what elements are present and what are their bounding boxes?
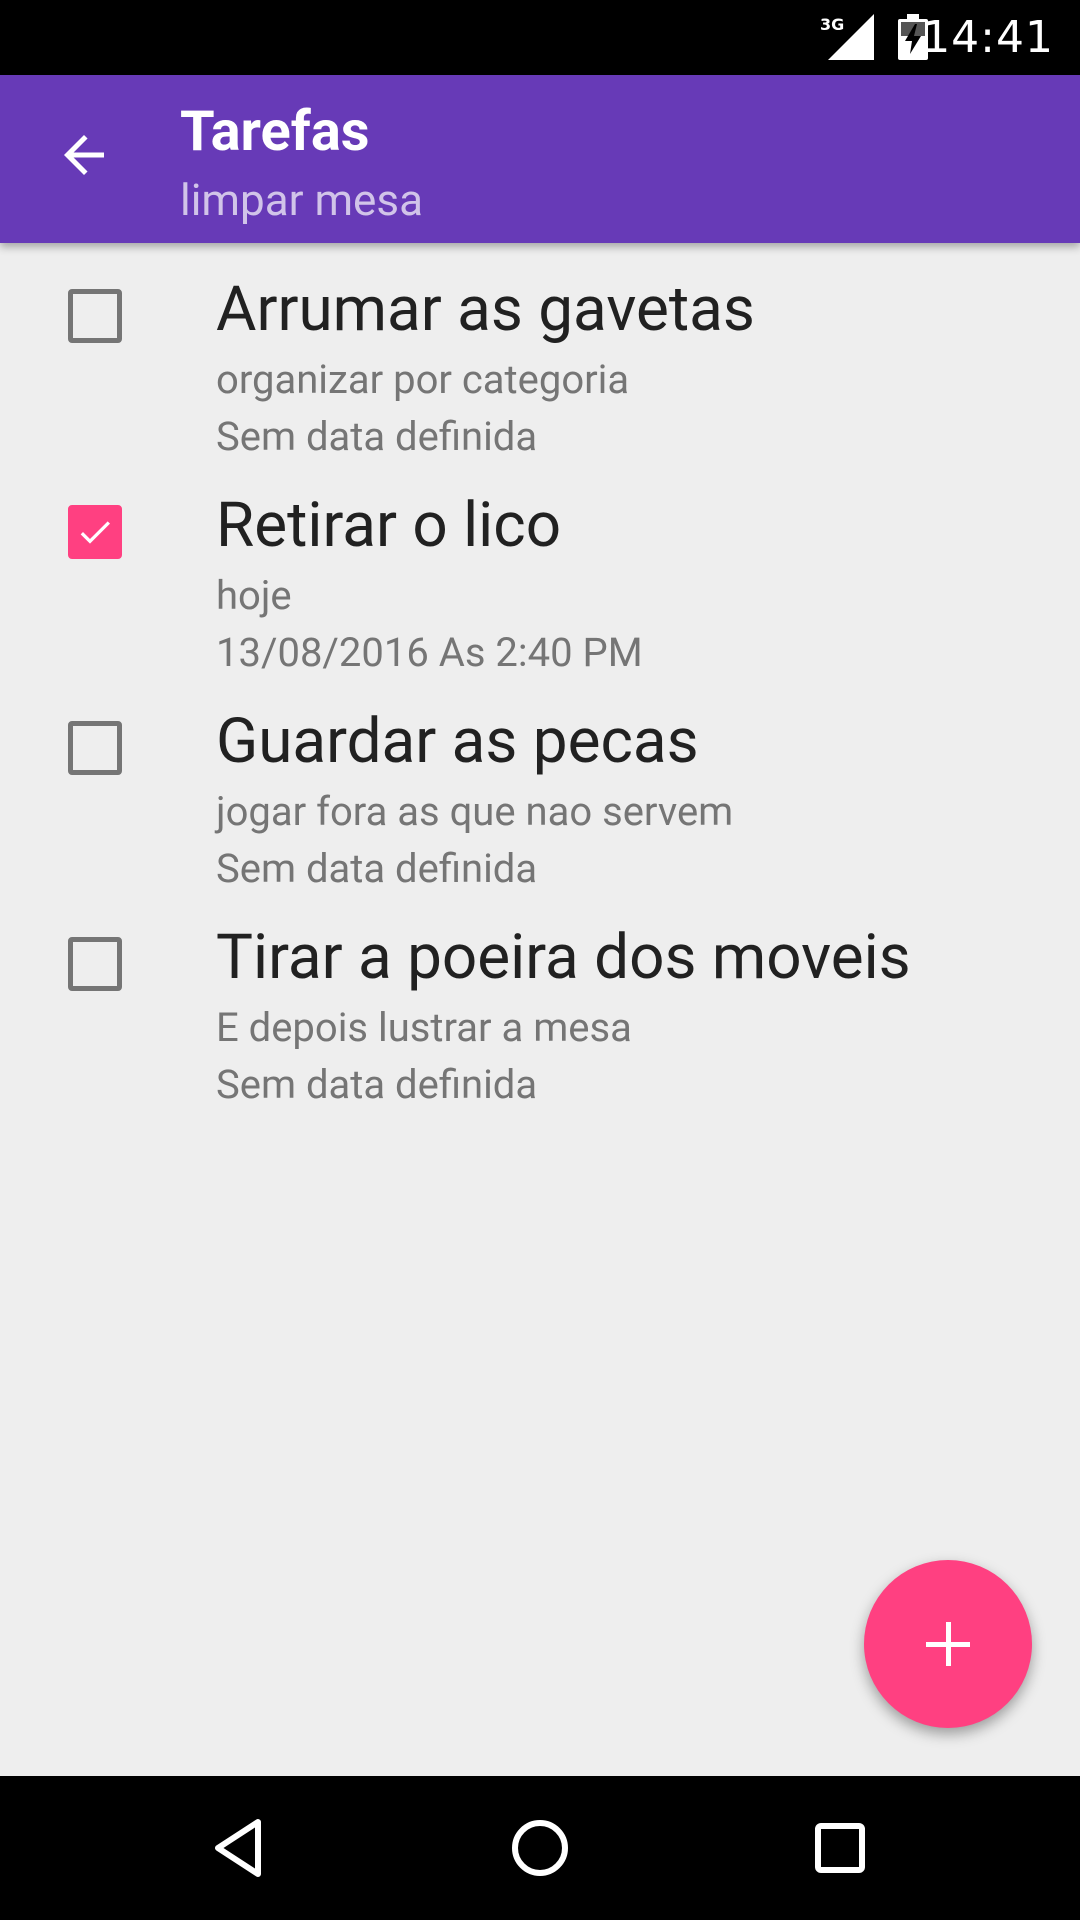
- nav-recents-icon: [815, 1823, 865, 1873]
- task-date: Sem data definida: [216, 413, 538, 460]
- page-title: Tarefas: [180, 98, 370, 164]
- task-checkbox[interactable]: [68, 721, 122, 775]
- task-checkbox[interactable]: [68, 937, 122, 991]
- task-title: Tirar a poeira dos moveis: [216, 921, 911, 994]
- signal-3g-icon: 3G: [820, 14, 874, 60]
- nav-back-icon: [215, 1819, 261, 1877]
- app-bar: Tarefas limpar mesa: [0, 75, 1080, 243]
- nav-recents-button[interactable]: [804, 1812, 876, 1884]
- task-date: Sem data definida: [216, 1061, 538, 1108]
- arrow-back-icon: [64, 135, 104, 175]
- task-checkbox[interactable]: [68, 505, 122, 559]
- nav-home-button[interactable]: [504, 1812, 576, 1884]
- page-subtitle: limpar mesa: [180, 174, 424, 226]
- status-time: 14:41: [922, 12, 1054, 63]
- add-icon: [926, 1622, 970, 1666]
- task-item[interactable]: Tirar a poeira dos moveis E depois lustr…: [0, 891, 1080, 1108]
- task-item[interactable]: Retirar o lico hoje 13/08/2016 As 2:40 P…: [0, 459, 1080, 676]
- check-icon: [80, 521, 110, 544]
- status-bar: 3G 14:41: [0, 0, 1080, 75]
- nav-home-icon: [512, 1820, 568, 1876]
- network-type-label: 3G: [820, 15, 844, 34]
- task-title: Arrumar as gavetas: [216, 273, 755, 346]
- task-list: Arrumar as gavetas organizar por categor…: [0, 243, 1080, 1108]
- task-description: jogar fora as que nao servem: [216, 788, 734, 835]
- task-item[interactable]: Arrumar as gavetas organizar por categor…: [0, 243, 1080, 460]
- navigation-bar: [0, 1776, 1080, 1920]
- task-description: E depois lustrar a mesa: [216, 1004, 632, 1051]
- back-button[interactable]: [54, 125, 114, 185]
- task-title: Retirar o lico: [216, 489, 562, 562]
- task-title: Guardar as pecas: [216, 705, 699, 778]
- task-date: 13/08/2016 As 2:40 PM: [216, 629, 643, 676]
- task-item[interactable]: Guardar as pecas jogar fora as que nao s…: [0, 675, 1080, 892]
- task-date: Sem data definida: [216, 845, 538, 892]
- task-description: hoje: [216, 572, 292, 619]
- add-task-button[interactable]: [864, 1560, 1032, 1728]
- task-description: organizar por categoria: [216, 356, 630, 403]
- task-checkbox[interactable]: [68, 289, 122, 343]
- nav-back-button[interactable]: [204, 1812, 276, 1884]
